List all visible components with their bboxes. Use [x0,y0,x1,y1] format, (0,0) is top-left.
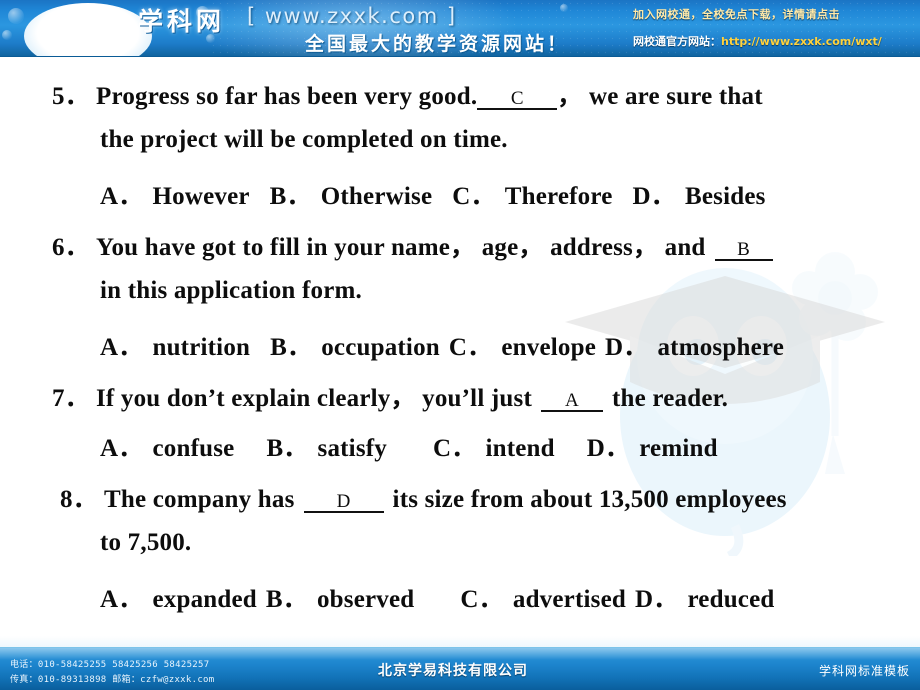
question-5-option-d-text[interactable]: Besides [685,183,766,210]
question-7-option-b-label: B． [266,435,309,462]
question-6-answer-blank[interactable]: B [714,240,773,261]
question-7-option-b-text[interactable]: satisfy [318,435,387,462]
site-url-text: [ www.zxxk.com ] [247,4,457,28]
question-5-option-a-text[interactable]: However [152,183,249,210]
site-logo-text: 学科网 [138,7,226,36]
question-6-option-c-label: C． [448,334,493,361]
question-8-option-c-text[interactable]: advertised [513,586,626,613]
promo-label: 网校通官方网站： [633,35,721,48]
question-8-stem-line-2: to 7,500. [100,529,192,556]
question-7-option-a-label: A． [100,435,144,462]
question-8-stem-line-1: 8． The company has Dits size from about 13… [60,479,787,515]
question-6-option-d-label: D． [605,334,649,361]
footer-bar: 电话：010-58425255 58425256 58425257 传真：010… [0,647,920,690]
question-5-stem-line-2: the project will be completed on time. [100,126,508,153]
promo-line-1: 加入网校通，全校免点下载，详情请点击 [633,8,840,21]
question-5-answer-blank[interactable]: C [477,89,558,110]
question-7-answer-blank[interactable]: A [541,391,603,412]
question-6-option-b-text[interactable]: occupation [321,334,440,361]
question-6-options: A． nutrition B． occupation C． envelope D． atmos… [100,327,784,363]
promo-line-2: 网校通官方网站：http://www.zxxk.com/wxt/ [633,33,882,49]
site-tagline: 全国最大的教学资源网站！ [305,33,570,55]
question-5-option-d-label: D． [632,183,676,210]
question-8-option-d-text[interactable]: reduced [687,586,774,613]
question-7-option-d-text[interactable]: remind [639,435,718,462]
footer-fax-email: 传真：010-89313898 邮箱：czfw@zxxk.com [10,675,215,685]
question-8-option-d-label: D． [634,586,679,613]
question-6-option-b-label: B． [270,334,313,361]
question-8-option-a-label: A． [100,586,144,613]
question-8-stem-before: The company has [104,486,295,513]
question-6-option-d-text[interactable]: atmosphere [657,334,784,361]
question-8-stem-after: its size from about 13,500 employees [392,486,787,513]
question-5-number: 5． [52,83,90,110]
question-7-stem-before: If you don’t explain clearly， you’ll jus… [96,385,532,412]
question-8-option-c-label: C． [460,586,504,613]
question-6-number: 6． [52,234,90,261]
question-8-option-b-label: B． [265,586,308,613]
question-7-number: 7． [52,385,90,412]
question-5-stem-line-1: 5． Progress so far has been very good. C， … [52,76,763,112]
question-5-options: A． However B． Otherwise C． Therefore D． Besides [100,176,766,212]
question-5-option-b-text[interactable]: Otherwise [321,183,433,210]
question-6-stem-line-2: in this application form. [100,277,362,304]
question-5-stem-after: ， we are sure that [557,83,763,110]
question-8-option-b-text[interactable]: observed [317,586,414,613]
question-7-option-a-text[interactable]: confuse [152,435,234,462]
question-8-answer-blank[interactable]: D [303,492,384,513]
question-5-option-c-label: C． [452,183,496,210]
question-6-option-a-label: A． [100,334,144,361]
question-7-stem-after: the reader. [612,385,729,412]
question-6-option-c-text[interactable]: envelope [501,334,596,361]
question-7-option-d-label: D． [586,435,631,462]
bubble-decor-icon [560,4,568,12]
question-5-option-a-label: A． [100,183,144,210]
bubble-decor-icon [2,30,12,40]
question-5-option-c-text[interactable]: Therefore [505,183,613,210]
question-content: 5． Progress so far has been very good. C， … [0,56,920,636]
question-7-option-c-text[interactable]: intend [485,435,554,462]
question-8-number: 8． [60,486,98,513]
slide-canvas: 学科网 [ www.zxxk.com ] 全国最大的教学资源网站！ 加入网校通，… [0,0,920,690]
header-banner: 学科网 [ www.zxxk.com ] 全国最大的教学资源网站！ 加入网校通，… [0,0,920,57]
question-5-stem-before: Progress so far has been very good. [96,83,478,110]
footer-template-label: 学科网标准模板 [818,664,910,678]
footer-phone: 电话：010-58425255 58425256 58425257 [10,660,210,670]
question-6-stem-before: You have got to fill in your name， age， … [96,234,706,261]
question-8-option-a-text[interactable]: expanded [152,586,256,613]
question-7-stem-line-1: 7． If you don’t explain clearly， you’ll j… [52,378,728,414]
question-5-option-b-label: B． [269,183,312,210]
question-7-options: A． confuse B． satisfy C． intend D． remind [100,428,718,464]
question-8-options: A． expanded B． observed C． advertised D． reduce… [100,579,775,615]
question-6-stem-line-1: 6． You have got to fill in your name， age… [52,227,773,263]
promo-link[interactable]: http://www.zxxk.com/wxt/ [721,35,882,48]
footer-company-name: 北京学易科技有限公司 [378,663,528,679]
question-6-option-a-text[interactable]: nutrition [152,334,250,361]
question-7-option-c-label: C． [432,435,477,462]
